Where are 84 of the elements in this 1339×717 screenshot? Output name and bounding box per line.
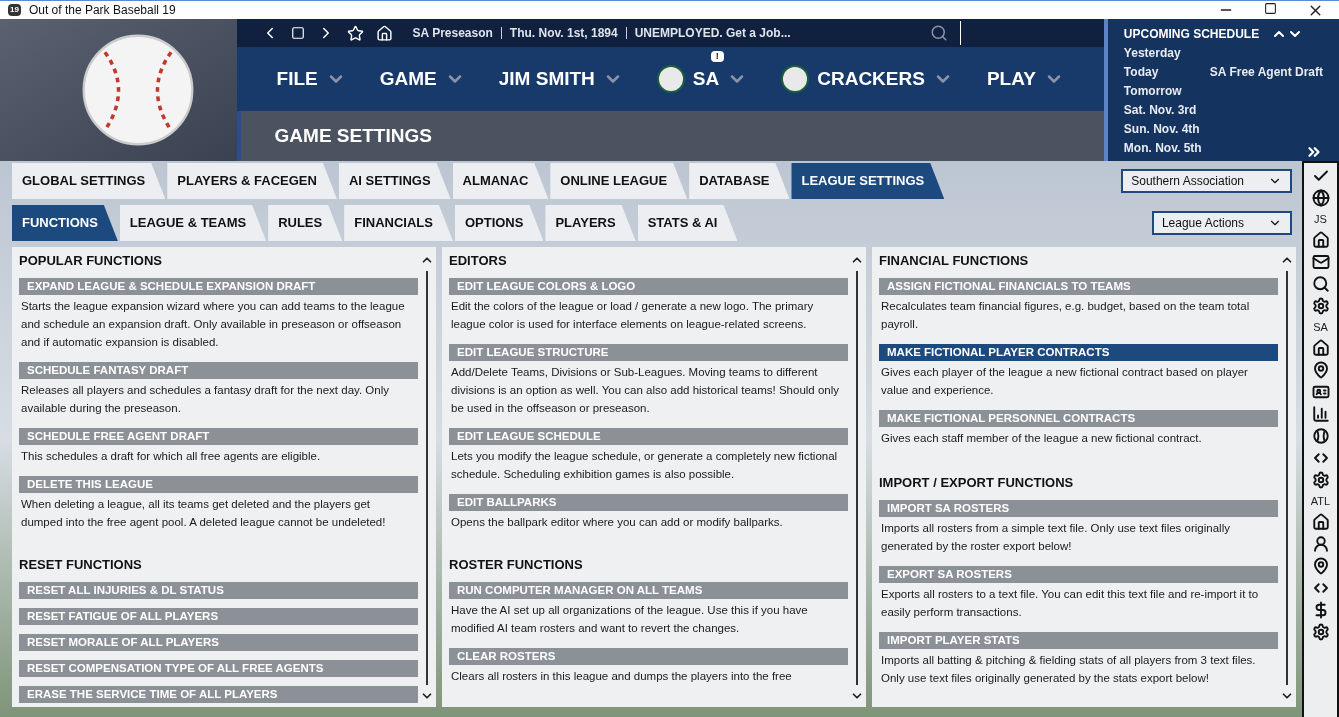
function-description: Gives each staff member of the league a new fictional contract. [880,431,1203,446]
home-icon[interactable] [375,24,393,42]
id-card-icon[interactable] [1311,383,1330,401]
schedule-day: Tomorrow [1123,81,1210,100]
sidebar-label: SA [1313,320,1328,335]
tab[interactable]: LEAGUE & TEAMS [119,205,267,241]
status-text: SA Preseason [412,25,493,42]
menu-button[interactable]: SA [656,64,748,94]
mail-icon[interactable] [1311,253,1330,271]
function-description: This schedules a draft for which all free agents are eligible. [20,449,322,464]
section-title: ROSTER FUNCTIONS [449,557,584,573]
baseball-icon[interactable] [1311,427,1330,445]
function-description: Releases all players and schedules a fantasy draft for the next day. Only available during the preseason. [20,383,390,416]
team-logo [656,65,685,93]
tab[interactable]: FUNCTIONS [12,205,118,241]
section-title: RESET FUNCTIONS [19,557,143,573]
page-icon[interactable] [290,26,305,40]
bar-chart-icon[interactable] [1311,405,1330,423]
tab[interactable]: ALMANAC [452,163,549,199]
menu-button[interactable]: PLAY [986,64,1064,94]
page-title: GAME SETTINGS [274,123,432,148]
globe-icon[interactable] [1311,189,1330,207]
schedule-day: Sun. Nov. 4th [1123,119,1210,138]
sidebar-label: JS [1314,212,1327,227]
settings-icon[interactable] [1311,623,1330,641]
section-title: EDITORS [449,253,508,269]
function-description: Exports all rosters to a text file. You can edit this text file and re-import it to easily perform transactions. [880,587,1260,620]
tab[interactable]: RULES [268,205,343,241]
tab[interactable]: FINANCIALS [344,205,453,241]
menu-button[interactable]: CRACKERS [781,64,953,94]
menu-button[interactable]: GAME [379,64,465,94]
section-title: POPULAR FUNCTIONS [19,253,163,269]
window-title: Out of the Park Baseball 19 [28,2,176,19]
dropdown[interactable]: League Actions [1151,211,1292,235]
schedule-day: Sat. Nov. 3rd [1123,100,1210,119]
notification-badge: ! [710,50,724,62]
settings-icon[interactable] [1311,297,1330,315]
function-description: Recalculates team financial figures, e.g. budget, based on the team total payroll. [880,299,1251,332]
app-icon: 19 [8,4,21,16]
tab[interactable]: AI SETTINGS [338,163,451,199]
function-description: Clears all rosters in this league and dumps the players into the free [450,669,793,684]
function-description: Add/Delete Teams, Divisions or Sub-Leagues. Moving teams to different divisions is an option as well. You can also add historical teams! Should only be used in the offseason or preseason. [450,365,841,416]
settings-icon[interactable] [1311,471,1330,489]
tab[interactable]: STATS & AI [637,205,738,241]
menu-button[interactable]: FILE [276,64,346,94]
home-icon[interactable] [1311,339,1330,357]
dropdown[interactable]: Southern Association [1121,169,1292,193]
tab[interactable]: LEAGUE SETTINGS [791,163,945,199]
tab[interactable]: GLOBAL SETTINGS [12,163,166,199]
team-logo [781,65,810,93]
home-icon[interactable] [1311,231,1330,249]
function-button[interactable]: MAKE FICTIONAL PLAYER CONTRACTS [879,344,1278,361]
sidebar-label: ATL [1310,494,1331,509]
location-pin-icon[interactable] [1311,361,1330,379]
schedule-event: SA Free Agent Draft [1209,63,1323,81]
function-description: Imports all rosters from a simple text file. Only use text files originally generated by the roster export below! [880,521,1231,554]
location-pin-icon[interactable] [1311,557,1330,575]
section-title: FINANCIAL FUNCTIONS [879,253,1030,269]
tab[interactable]: OPTIONS [454,205,544,241]
tab[interactable]: DATABASE [689,163,790,199]
function-description: When deleting a league, all its teams get deleted and the players get dumped into the free agent pool. A deleted league cannot be undeleted! [20,497,387,530]
schedule-day: Mon. Nov. 5th [1123,138,1210,157]
maximize-icon[interactable] [1264,1,1277,15]
function-description: Imports all batting & pitching & fielding stats of all players from 3 text files. Only use text files originally generated by the stats export below! [880,653,1257,686]
function-description: Lets you modify the league schedule, or generate a completely new fictional schedule. Scheduling exhibition games is also possible. [450,449,839,482]
section-title: IMPORT / EXPORT FUNCTIONS [879,475,1075,491]
home-icon[interactable] [1311,513,1330,531]
function-description: Have the AI set up all organizations of the league. Use this if you have modified AI team rosters and want to revert the changes. [450,603,809,636]
schedule-day: Today [1123,62,1210,81]
schedule-day: Yesterday [1123,43,1210,62]
tab[interactable]: ONLINE LEAGUE [550,163,688,199]
menu-button[interactable]: JIM SMITH [498,64,623,94]
function-description: Opens the ballpark editor where you can add or modify ballparks. [450,515,784,530]
tab[interactable]: PLAYERS [545,205,636,241]
function-description: Edit the colors of the league or load / generate a new logo. The primary league color is used for interface elements on league-related screens. [450,299,815,332]
tab[interactable]: PLAYERS & FACEGEN [167,163,337,199]
search-icon[interactable] [1311,275,1330,293]
star-icon[interactable] [346,24,364,42]
user-icon[interactable] [1311,535,1330,553]
schedule-title: UPCOMING SCHEDULE [1123,26,1260,43]
status-text: UNEMPLOYED. Get a Job... [634,25,791,42]
function-description: Gives each player of the league a new fictional contract based on player value and experience. [880,365,1249,398]
status-text: Thu. Nov. 1st, 1894 [509,25,618,42]
function-description: Starts the league expansion wizard where you can add teams to the league and schedule an expansion draft. Only available in preseason or offseason and if automatic expansion is disabled. [20,299,406,350]
